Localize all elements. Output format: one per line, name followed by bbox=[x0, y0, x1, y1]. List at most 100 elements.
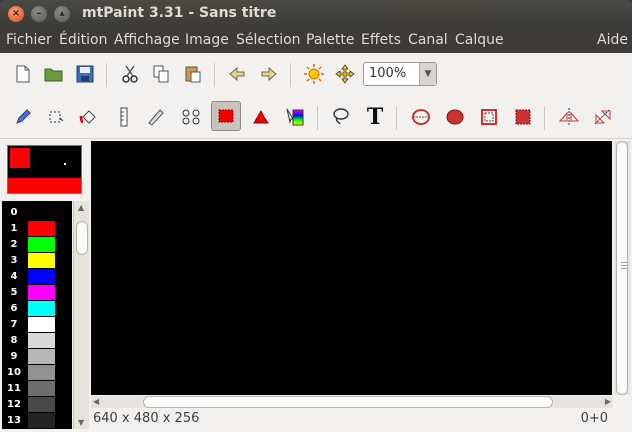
palette-index: 1 bbox=[10, 223, 18, 234]
pencil-icon[interactable] bbox=[8, 102, 38, 132]
image-canvas[interactable] bbox=[91, 141, 612, 395]
palette-index: 9 bbox=[10, 351, 18, 362]
palette-row[interactable]: 2 bbox=[2, 237, 72, 253]
palette-swatch[interactable] bbox=[28, 285, 55, 300]
menu-edition[interactable]: Édition bbox=[59, 32, 107, 48]
ellipse-fill-icon[interactable] bbox=[440, 102, 470, 132]
minimize-icon[interactable]: – bbox=[31, 6, 47, 22]
palette-index: 12 bbox=[7, 399, 21, 410]
eraser-icon[interactable] bbox=[141, 102, 171, 132]
menu-bar: Fichier Édition Affichage Image Sélectio… bbox=[0, 28, 632, 53]
menu-affichage[interactable]: Affichage bbox=[114, 32, 180, 48]
scroll-left-icon[interactable]: ◀ bbox=[93, 397, 99, 406]
scroll-right-icon[interactable]: ▶ bbox=[605, 397, 611, 406]
color-picker-icon[interactable] bbox=[280, 102, 310, 132]
palette-row[interactable]: 10 bbox=[2, 365, 72, 381]
palette-swatch[interactable] bbox=[28, 365, 55, 380]
window-title: mtPaint 3.31 - Sans titre bbox=[82, 5, 277, 21]
menu-palette[interactable]: Palette bbox=[306, 32, 355, 48]
selection-transform-icon[interactable] bbox=[41, 102, 71, 132]
palette-row[interactable]: 5 bbox=[2, 285, 72, 301]
palette-swatch[interactable] bbox=[28, 413, 55, 428]
palette-row[interactable]: 0 bbox=[2, 205, 72, 221]
vertical-scroll-thumb[interactable] bbox=[616, 141, 628, 395]
palette-index: 3 bbox=[10, 255, 18, 266]
brightness-icon[interactable] bbox=[299, 59, 329, 89]
palette-scroll-thumb[interactable] bbox=[76, 221, 88, 255]
palette-row[interactable]: 4 bbox=[2, 269, 72, 285]
palette-swatch[interactable] bbox=[28, 333, 55, 348]
move-icon[interactable] bbox=[330, 59, 360, 89]
flip-icon[interactable] bbox=[554, 102, 584, 132]
palette-swatch[interactable] bbox=[28, 253, 55, 268]
rect-outline-icon[interactable] bbox=[474, 102, 504, 132]
palette-row[interactable]: 3 bbox=[2, 253, 72, 269]
menu-image[interactable]: Image bbox=[185, 32, 229, 48]
palette-row[interactable]: 8 bbox=[2, 333, 72, 349]
menu-selection[interactable]: Sélection bbox=[236, 32, 301, 48]
open-icon[interactable] bbox=[39, 59, 69, 89]
rotate-icon[interactable] bbox=[588, 102, 618, 132]
copy-icon[interactable] bbox=[146, 59, 176, 89]
palette-row[interactable]: 11 bbox=[2, 381, 72, 397]
palette-row[interactable]: 12 bbox=[2, 397, 72, 413]
palette-index: 8 bbox=[10, 335, 18, 346]
palette-index: 5 bbox=[10, 287, 18, 298]
palette-swatch[interactable] bbox=[28, 349, 55, 364]
ellipse-outline-icon[interactable] bbox=[406, 102, 436, 132]
palette-swatch[interactable] bbox=[28, 301, 55, 316]
menu-effets[interactable]: Effets bbox=[361, 32, 401, 48]
palette-swatch[interactable] bbox=[28, 237, 55, 252]
zoom-select[interactable]: 100% ▼ bbox=[363, 62, 437, 86]
palette-scrollbar[interactable]: ▲ ▼ bbox=[73, 201, 89, 429]
ruler-line-icon[interactable] bbox=[109, 102, 139, 132]
chevron-down-icon[interactable]: ▼ bbox=[419, 63, 436, 85]
new-icon[interactable] bbox=[8, 59, 38, 89]
palette-index: 10 bbox=[7, 367, 21, 378]
cut-icon[interactable] bbox=[115, 59, 145, 89]
menu-canal[interactable]: Canal bbox=[408, 32, 448, 48]
palette-index: 6 bbox=[10, 303, 18, 314]
redo-icon[interactable] bbox=[254, 59, 284, 89]
brush-icon[interactable] bbox=[211, 101, 241, 131]
smudge-icon[interactable] bbox=[176, 102, 206, 132]
palette-swatch[interactable] bbox=[28, 205, 55, 220]
palette-swatch[interactable] bbox=[28, 381, 55, 396]
left-pane: 0 1 2 3 4 5 6 7 8 9 10 11 12 13 ▲ ▼ bbox=[0, 139, 90, 432]
status-coords: 0+0 bbox=[580, 411, 608, 426]
maximize-icon[interactable]: ▴ bbox=[54, 6, 70, 22]
palette-index: 4 bbox=[10, 271, 18, 282]
zoom-value: 100% bbox=[369, 66, 407, 81]
menu-calque[interactable]: Calque bbox=[455, 32, 504, 48]
palette-row[interactable]: 9 bbox=[2, 349, 72, 365]
palette-list[interactable]: 0 1 2 3 4 5 6 7 8 9 10 11 12 13 bbox=[2, 201, 72, 429]
separator bbox=[544, 106, 545, 130]
menu-aide[interactable]: Aide bbox=[597, 32, 628, 48]
palette-swatch[interactable] bbox=[28, 397, 55, 412]
fill-icon[interactable] bbox=[74, 102, 104, 132]
palette-swatch[interactable] bbox=[28, 269, 55, 284]
palette-swatch[interactable] bbox=[28, 221, 55, 236]
scroll-up-icon[interactable]: ▲ bbox=[78, 203, 84, 212]
horizontal-scrollbar[interactable]: ◀ ▶ bbox=[91, 396, 613, 408]
scroll-down-icon[interactable]: ▼ bbox=[78, 418, 84, 427]
close-icon[interactable]: × bbox=[8, 6, 24, 22]
undo-icon[interactable] bbox=[222, 59, 252, 89]
palette-swatch[interactable] bbox=[28, 317, 55, 332]
palette-index: 0 bbox=[10, 207, 18, 218]
vertical-scrollbar[interactable] bbox=[614, 141, 630, 395]
rect-fill-icon[interactable] bbox=[508, 102, 538, 132]
menu-fichier[interactable]: Fichier bbox=[6, 32, 52, 48]
color-preview[interactable] bbox=[7, 145, 82, 194]
lasso-icon[interactable] bbox=[326, 102, 356, 132]
palette-row[interactable]: 7 bbox=[2, 317, 72, 333]
palette-row[interactable]: 6 bbox=[2, 301, 72, 317]
palette-index: 11 bbox=[7, 383, 21, 394]
text-icon[interactable]: T bbox=[360, 102, 390, 132]
gradient-icon[interactable] bbox=[246, 102, 276, 132]
paste-icon[interactable] bbox=[178, 59, 208, 89]
palette-row[interactable]: 13 bbox=[2, 413, 72, 429]
horizontal-scroll-thumb[interactable] bbox=[143, 396, 553, 408]
palette-row[interactable]: 1 bbox=[2, 221, 72, 237]
save-icon[interactable] bbox=[70, 59, 100, 89]
